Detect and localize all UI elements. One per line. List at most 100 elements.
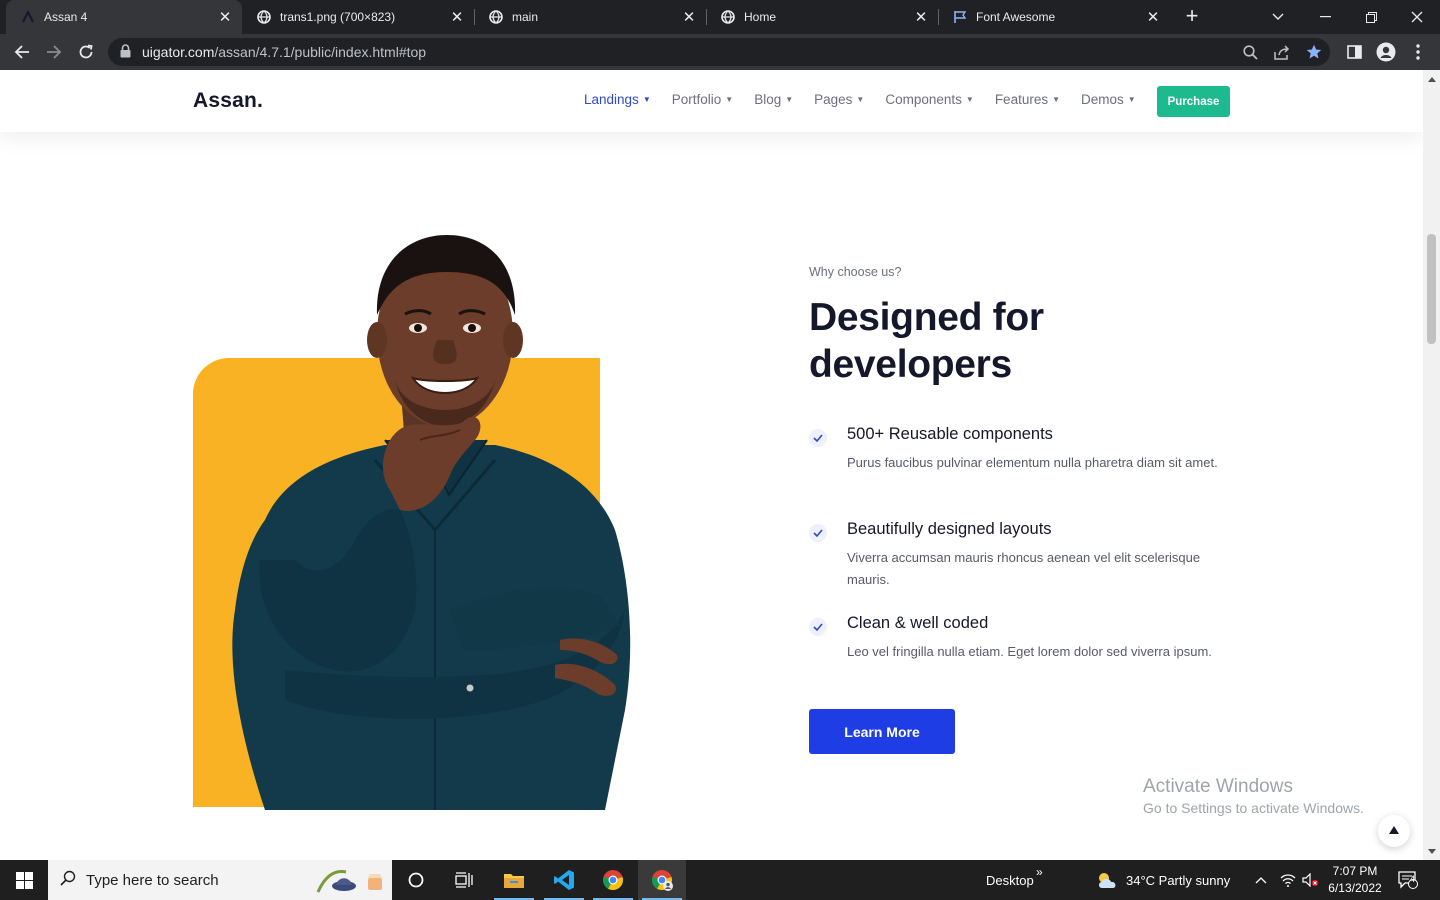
search-placeholder: Type here to search bbox=[86, 871, 219, 889]
nav-item-blog[interactable]: Blog ▼ bbox=[754, 92, 793, 107]
restore-icon[interactable] bbox=[1348, 0, 1394, 34]
tab-title: trans1.png (700×823) bbox=[280, 10, 396, 24]
browser-toolbar: uigator.com/assan/4.7.1/public/index.htm… bbox=[0, 34, 1440, 70]
tab-trans1[interactable]: trans1.png (700×823) ✕ bbox=[242, 0, 474, 34]
side-panel-icon[interactable] bbox=[1342, 40, 1366, 64]
windows-taskbar: Type here to search Desktop » 34°C Partl… bbox=[0, 860, 1440, 900]
nav-item-portfolio[interactable]: Portfolio ▼ bbox=[672, 92, 733, 107]
notification-center-icon[interactable]: 4 bbox=[1398, 860, 1418, 900]
clock-date: 6/13/2022 bbox=[1328, 881, 1382, 895]
windows-start-icon[interactable] bbox=[0, 860, 48, 900]
brand-logo[interactable]: Assan. bbox=[193, 89, 263, 113]
zoom-icon[interactable] bbox=[1238, 40, 1262, 64]
caret-down-icon: ▼ bbox=[642, 95, 651, 104]
tab-title: Font Awesome bbox=[976, 10, 1056, 24]
nav-label: Blog bbox=[754, 92, 782, 107]
tab-assan[interactable]: Assan 4 ✕ bbox=[6, 0, 242, 34]
close-tab-icon[interactable]: ✕ bbox=[216, 8, 234, 26]
nav-label: Components bbox=[885, 92, 962, 107]
watermark-subtitle: Go to Settings to activate Windows. bbox=[1143, 800, 1364, 816]
chevron-up-icon[interactable] bbox=[1255, 860, 1267, 900]
tab-search-chevron-icon[interactable] bbox=[1255, 0, 1301, 34]
nav-label: Landings bbox=[584, 92, 639, 107]
nav-item-features[interactable]: Features ▼ bbox=[995, 92, 1060, 107]
close-tab-icon[interactable]: ✕ bbox=[448, 8, 466, 26]
weather-text: 34°C Partly sunny bbox=[1126, 872, 1231, 888]
close-tab-icon[interactable]: ✕ bbox=[1144, 8, 1162, 26]
close-tab-icon[interactable]: ✕ bbox=[912, 8, 930, 26]
section-eyebrow: Why choose us? bbox=[809, 265, 902, 279]
minimize-icon[interactable] bbox=[1302, 0, 1348, 34]
task-view-icon[interactable] bbox=[440, 860, 488, 900]
close-window-icon[interactable] bbox=[1394, 0, 1440, 34]
page-scrollbar[interactable] bbox=[1423, 70, 1440, 860]
nav-item-demos[interactable]: Demos ▼ bbox=[1081, 92, 1136, 107]
scroll-up-icon[interactable] bbox=[1423, 72, 1440, 86]
triangle-up-icon bbox=[1388, 822, 1400, 840]
caret-down-icon: ▼ bbox=[785, 95, 794, 104]
partly-sunny-icon bbox=[1096, 871, 1118, 889]
tab-home[interactable]: Home ✕ bbox=[706, 0, 938, 34]
feature-description: Leo vel fringilla nulla etiam. Eget lore… bbox=[847, 644, 1212, 659]
check-icon bbox=[809, 429, 827, 447]
search-icon bbox=[60, 870, 76, 891]
scrollbar-thumb[interactable] bbox=[1427, 234, 1436, 344]
tab-title: main bbox=[512, 10, 539, 24]
url-host: uigator.com bbox=[142, 44, 215, 60]
caret-down-icon: ▼ bbox=[725, 95, 734, 104]
nav-item-landings[interactable]: Landings ▼ bbox=[584, 92, 651, 107]
new-tab-button[interactable]: + bbox=[1180, 5, 1204, 29]
globe-icon bbox=[256, 9, 272, 25]
search-highlight-illustration-icon bbox=[316, 870, 382, 893]
headline-line-1: Designed for bbox=[809, 296, 1044, 339]
vscode-icon[interactable] bbox=[540, 860, 588, 900]
caret-down-icon: ▼ bbox=[965, 95, 974, 104]
chrome-profile-icon[interactable] bbox=[638, 860, 686, 900]
chrome-icon[interactable] bbox=[589, 860, 637, 900]
tab-main[interactable]: main ✕ bbox=[474, 0, 706, 34]
tab-title: Assan 4 bbox=[44, 10, 88, 24]
desktop-toolbar-label[interactable]: Desktop bbox=[986, 860, 1034, 900]
file-explorer-icon[interactable] bbox=[490, 860, 538, 900]
desktop-label: Desktop bbox=[986, 872, 1034, 888]
nav-label: Features bbox=[994, 92, 1049, 107]
purchase-button[interactable]: Purchase bbox=[1157, 86, 1230, 117]
clock-time: 7:07 PM bbox=[1332, 864, 1378, 878]
cortana-circle-icon[interactable] bbox=[392, 860, 440, 900]
double-chevron-icon[interactable]: » bbox=[1036, 852, 1043, 892]
tab-font-awesome[interactable]: Font Awesome ✕ bbox=[938, 0, 1170, 34]
taskbar-search-input[interactable]: Type here to search bbox=[48, 860, 392, 900]
smiling-man-portrait-image bbox=[232, 235, 631, 810]
page-viewport: Assan. Landings ▼ Portfolio ▼ Blog ▼ Pages ▼… bbox=[0, 70, 1423, 860]
address-bar[interactable]: uigator.com/assan/4.7.1/public/index.htm… bbox=[108, 38, 1330, 66]
feature-title: 500+ Reusable components bbox=[847, 425, 1053, 443]
forward-arrow-icon[interactable] bbox=[42, 40, 66, 64]
scroll-down-icon[interactable] bbox=[1423, 844, 1440, 858]
wifi-icon[interactable] bbox=[1280, 860, 1296, 900]
reload-icon[interactable] bbox=[74, 40, 98, 64]
kebab-menu-icon[interactable] bbox=[1406, 40, 1430, 64]
weather-widget[interactable]: 34°C Partly sunny bbox=[1096, 860, 1230, 900]
feature-title: Clean & well coded bbox=[847, 614, 989, 632]
globe-icon bbox=[720, 9, 736, 25]
main-nav: Landings ▼ Portfolio ▼ Blog ▼ Pages ▼ Compon… bbox=[584, 92, 1157, 107]
back-to-top-button[interactable] bbox=[1378, 815, 1410, 847]
feature-description: Purus faucibus pulvinar elementum nulla … bbox=[847, 455, 1218, 470]
assan-favicon-icon bbox=[20, 9, 36, 25]
browser-tab-strip: Assan 4 ✕ trans1.png (700×823) ✕ main ✕ … bbox=[0, 0, 1440, 34]
feature-title: Beautifully designed layouts bbox=[847, 520, 1052, 538]
headline-line-2: developers bbox=[809, 343, 1012, 386]
bookmark-star-icon[interactable] bbox=[1302, 40, 1326, 64]
back-arrow-icon[interactable] bbox=[10, 40, 34, 64]
learn-more-button[interactable]: Learn More bbox=[809, 709, 955, 754]
check-icon bbox=[809, 618, 827, 636]
check-icon bbox=[809, 524, 827, 542]
caret-down-icon: ▼ bbox=[1052, 95, 1061, 104]
system-clock[interactable]: 7:07 PM 6/13/2022 bbox=[1318, 863, 1392, 897]
lock-icon[interactable] bbox=[120, 44, 131, 63]
profile-avatar-icon[interactable] bbox=[1374, 40, 1398, 64]
close-tab-icon[interactable]: ✕ bbox=[680, 8, 698, 26]
nav-item-components[interactable]: Components ▼ bbox=[885, 92, 973, 107]
nav-item-pages[interactable]: Pages ▼ bbox=[814, 92, 864, 107]
share-icon[interactable] bbox=[1270, 40, 1294, 64]
